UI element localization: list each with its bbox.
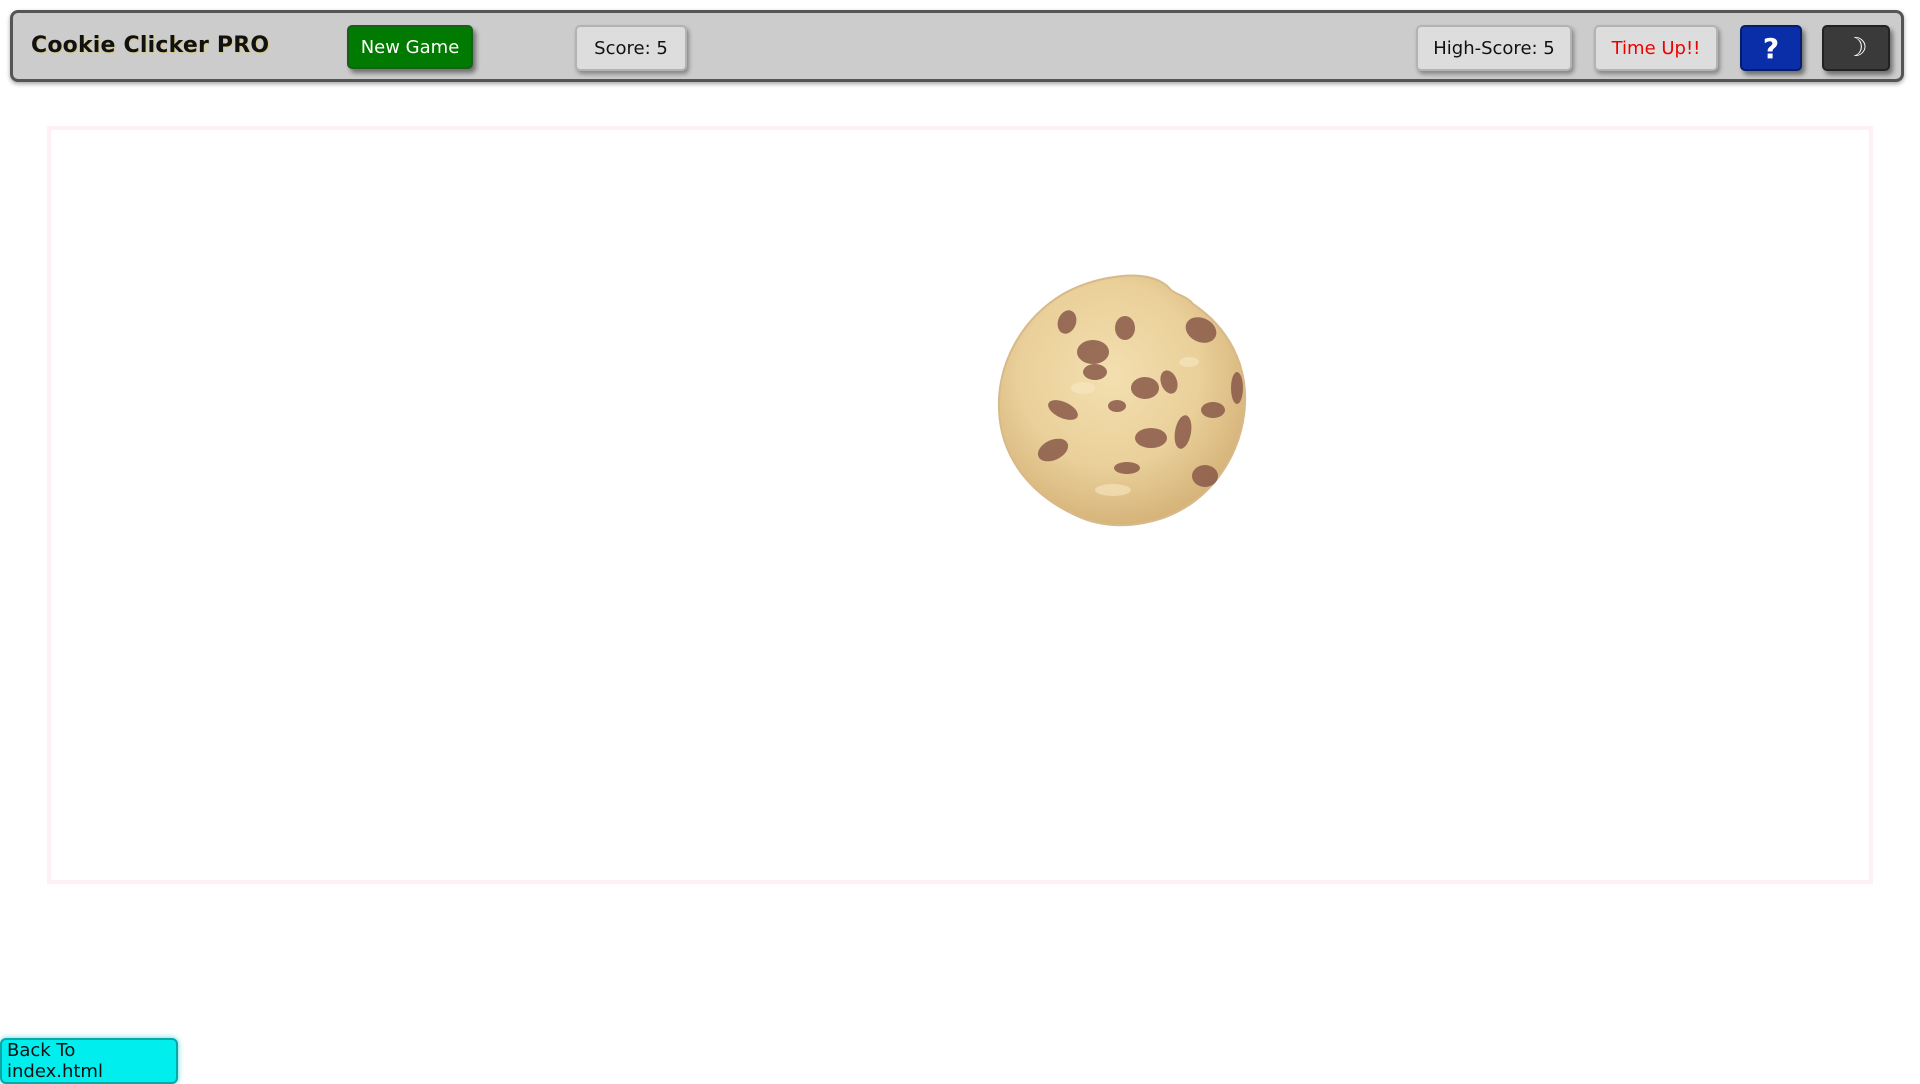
score-display: Score: 5 — [575, 25, 687, 71]
app-title: Cookie Clicker PRO — [31, 33, 270, 58]
back-to-index-button[interactable]: Back To index.html — [0, 1038, 178, 1084]
game-area — [47, 126, 1873, 884]
top-toolbar: Cookie Clicker PRO New Game Score: 5 Hig… — [10, 10, 1904, 82]
timer-display: Time Up!! — [1594, 25, 1718, 71]
question-icon: ? — [1762, 31, 1780, 65]
cookie-icon[interactable] — [993, 270, 1251, 528]
help-button[interactable]: ? — [1740, 25, 1802, 71]
high-score-display: High-Score: 5 — [1416, 25, 1572, 71]
moon-icon: ☽ — [1844, 33, 1868, 63]
new-game-button[interactable]: New Game — [347, 25, 473, 69]
theme-toggle-button[interactable]: ☽ — [1822, 25, 1890, 71]
